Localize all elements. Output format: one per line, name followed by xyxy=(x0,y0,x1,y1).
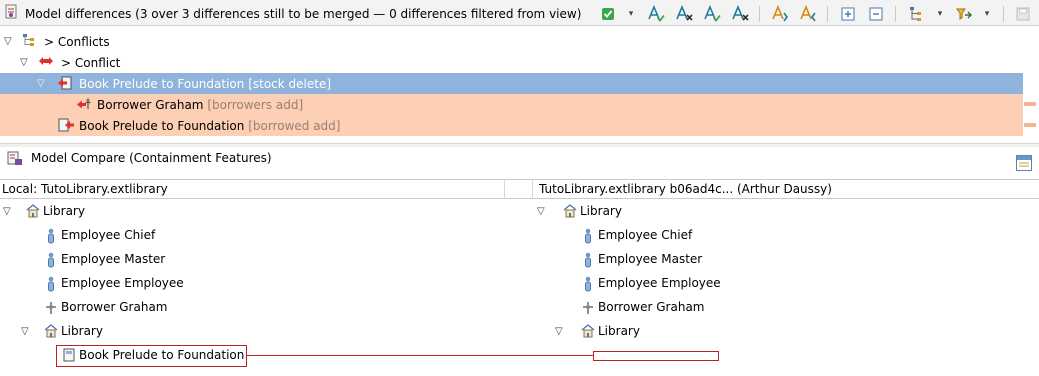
conflict-icon xyxy=(38,55,54,70)
chevron-down-icon[interactable]: ▾ xyxy=(982,5,992,23)
library-icon xyxy=(26,204,40,221)
diff-highlight-left xyxy=(56,345,247,367)
item-label: Borrower Graham xyxy=(97,97,204,112)
item-label: Book Prelude to Foundation xyxy=(79,76,245,91)
toolbar-separator xyxy=(1003,6,1004,22)
stock-delete-item: Book Prelude to Foundation [stock delete… xyxy=(79,77,331,91)
item-label: Library xyxy=(43,204,85,218)
toolbar-title: Model differences (3 over 3 differences … xyxy=(25,6,582,21)
previous-difference-icon[interactable] xyxy=(799,5,817,23)
reject-all-icon[interactable] xyxy=(731,5,749,23)
item-label: Employee Master xyxy=(598,252,703,266)
borrower-add-icon xyxy=(76,98,94,114)
item-detail: [borrowed add] xyxy=(248,118,341,133)
item-detail: [borrowers add] xyxy=(207,97,304,112)
item-label: Library xyxy=(61,324,103,338)
item-label: Library xyxy=(598,324,640,338)
employee-icon xyxy=(583,252,593,271)
item-label: Employee Master xyxy=(61,252,166,266)
item-detail: [stock delete] xyxy=(248,76,332,91)
library-icon xyxy=(581,324,595,341)
item-label: Employee Chief xyxy=(61,228,156,242)
conflict-overview-marker xyxy=(1024,123,1036,127)
item-label: Employee Employee xyxy=(61,276,184,290)
library-icon xyxy=(44,324,58,341)
layout-toggle-icon[interactable] xyxy=(1016,155,1032,174)
expand-toggle-icon[interactable]: ▽ xyxy=(3,206,11,217)
right-column-header: TutoLibrary.extlibrary b06ad4c... (Arthu… xyxy=(533,179,1039,199)
employee-icon xyxy=(583,276,593,295)
borrower-icon xyxy=(582,301,594,318)
expand-toggle-icon[interactable]: ▽ xyxy=(4,36,12,47)
item-label: Employee Chief xyxy=(598,228,693,242)
expand-toggle-icon[interactable]: ▽ xyxy=(537,206,545,217)
conflict-label: > Conflict xyxy=(61,55,121,70)
library-icon xyxy=(563,204,577,221)
expand-toggle-icon[interactable]: ▽ xyxy=(21,326,29,337)
tree-row-conflicts[interactable]: ▽ > Conflicts xyxy=(0,31,1023,52)
model-compare-title: Model Compare (Containment Features) xyxy=(31,151,272,165)
check-icon[interactable] xyxy=(599,5,617,23)
left-column-header: Local: TutoLibrary.extlibrary xyxy=(0,179,505,199)
accept-all-icon[interactable] xyxy=(703,5,721,23)
expand-toggle-icon[interactable]: ▽ xyxy=(555,326,563,337)
conflict-overview-marker xyxy=(1024,102,1036,106)
employee-icon xyxy=(46,228,56,247)
tree-row-borrowed-add[interactable]: Book Prelude to Foundation [borrowed add… xyxy=(0,115,1036,136)
diff-insertion-marker-right xyxy=(593,351,719,361)
item-label: Library xyxy=(580,204,622,218)
filter-icon[interactable] xyxy=(955,5,973,23)
item-label: Borrower Graham xyxy=(598,300,705,314)
item-label: Book Prelude to Foundation xyxy=(79,118,245,133)
diff-connector-line xyxy=(537,355,593,356)
employee-icon xyxy=(583,228,593,247)
tree-row-borrowers-add[interactable]: Borrower Graham [borrowers add] xyxy=(0,94,1036,115)
toolbar-separator xyxy=(759,6,760,22)
tree-row-conflict[interactable]: ▽ > Conflict xyxy=(0,52,1023,73)
chevron-down-icon[interactable]: ▾ xyxy=(626,5,636,23)
chevron-down-icon[interactable]: ▾ xyxy=(935,5,945,23)
expand-toggle-icon[interactable]: ▽ xyxy=(20,57,28,68)
expand-toggle-icon[interactable]: ▽ xyxy=(37,78,45,89)
item-label: Employee Employee xyxy=(598,276,721,290)
pane-sash[interactable] xyxy=(0,143,1039,147)
toolbar-title-area: Model differences (3 over 3 differences … xyxy=(5,4,581,23)
next-difference-icon[interactable] xyxy=(771,5,789,23)
model-compare-icon xyxy=(7,151,23,170)
diff-connector-line xyxy=(247,355,537,356)
model-compare-header: Model Compare (Containment Features) xyxy=(0,148,1039,174)
differences-tree: ▽ > Conflicts ▽ > Conflict ▽ Book Prelud… xyxy=(0,30,1039,138)
book-delete-icon xyxy=(57,76,75,94)
employee-icon xyxy=(46,252,56,271)
group-icon[interactable] xyxy=(907,5,925,23)
model-differences-toolbar: Model differences (3 over 3 differences … xyxy=(0,0,1039,26)
toolbar-separator xyxy=(895,6,896,22)
employee-icon xyxy=(46,276,56,295)
save-icon[interactable] xyxy=(1014,5,1032,23)
item-label: Borrower Graham xyxy=(61,300,168,314)
borrower-icon xyxy=(45,301,57,318)
borrowed-add-item: Book Prelude to Foundation [borrowed add… xyxy=(79,119,340,133)
reject-change-icon[interactable] xyxy=(675,5,693,23)
tree-row-stock-delete[interactable]: ▽ Book Prelude to Foundation [stock dele… xyxy=(0,73,1023,94)
conflicts-group-icon xyxy=(22,33,36,50)
accept-change-icon[interactable] xyxy=(647,5,665,23)
compare-icon xyxy=(5,4,17,23)
center-gutter-header xyxy=(505,179,533,199)
collapse-all-icon[interactable] xyxy=(867,5,885,23)
conflicts-label: > Conflicts xyxy=(44,34,110,49)
borrowers-add-item: Borrower Graham [borrowers add] xyxy=(97,98,303,112)
book-add-icon xyxy=(57,118,75,136)
toolbar-separator xyxy=(827,6,828,22)
expand-all-icon[interactable] xyxy=(839,5,857,23)
